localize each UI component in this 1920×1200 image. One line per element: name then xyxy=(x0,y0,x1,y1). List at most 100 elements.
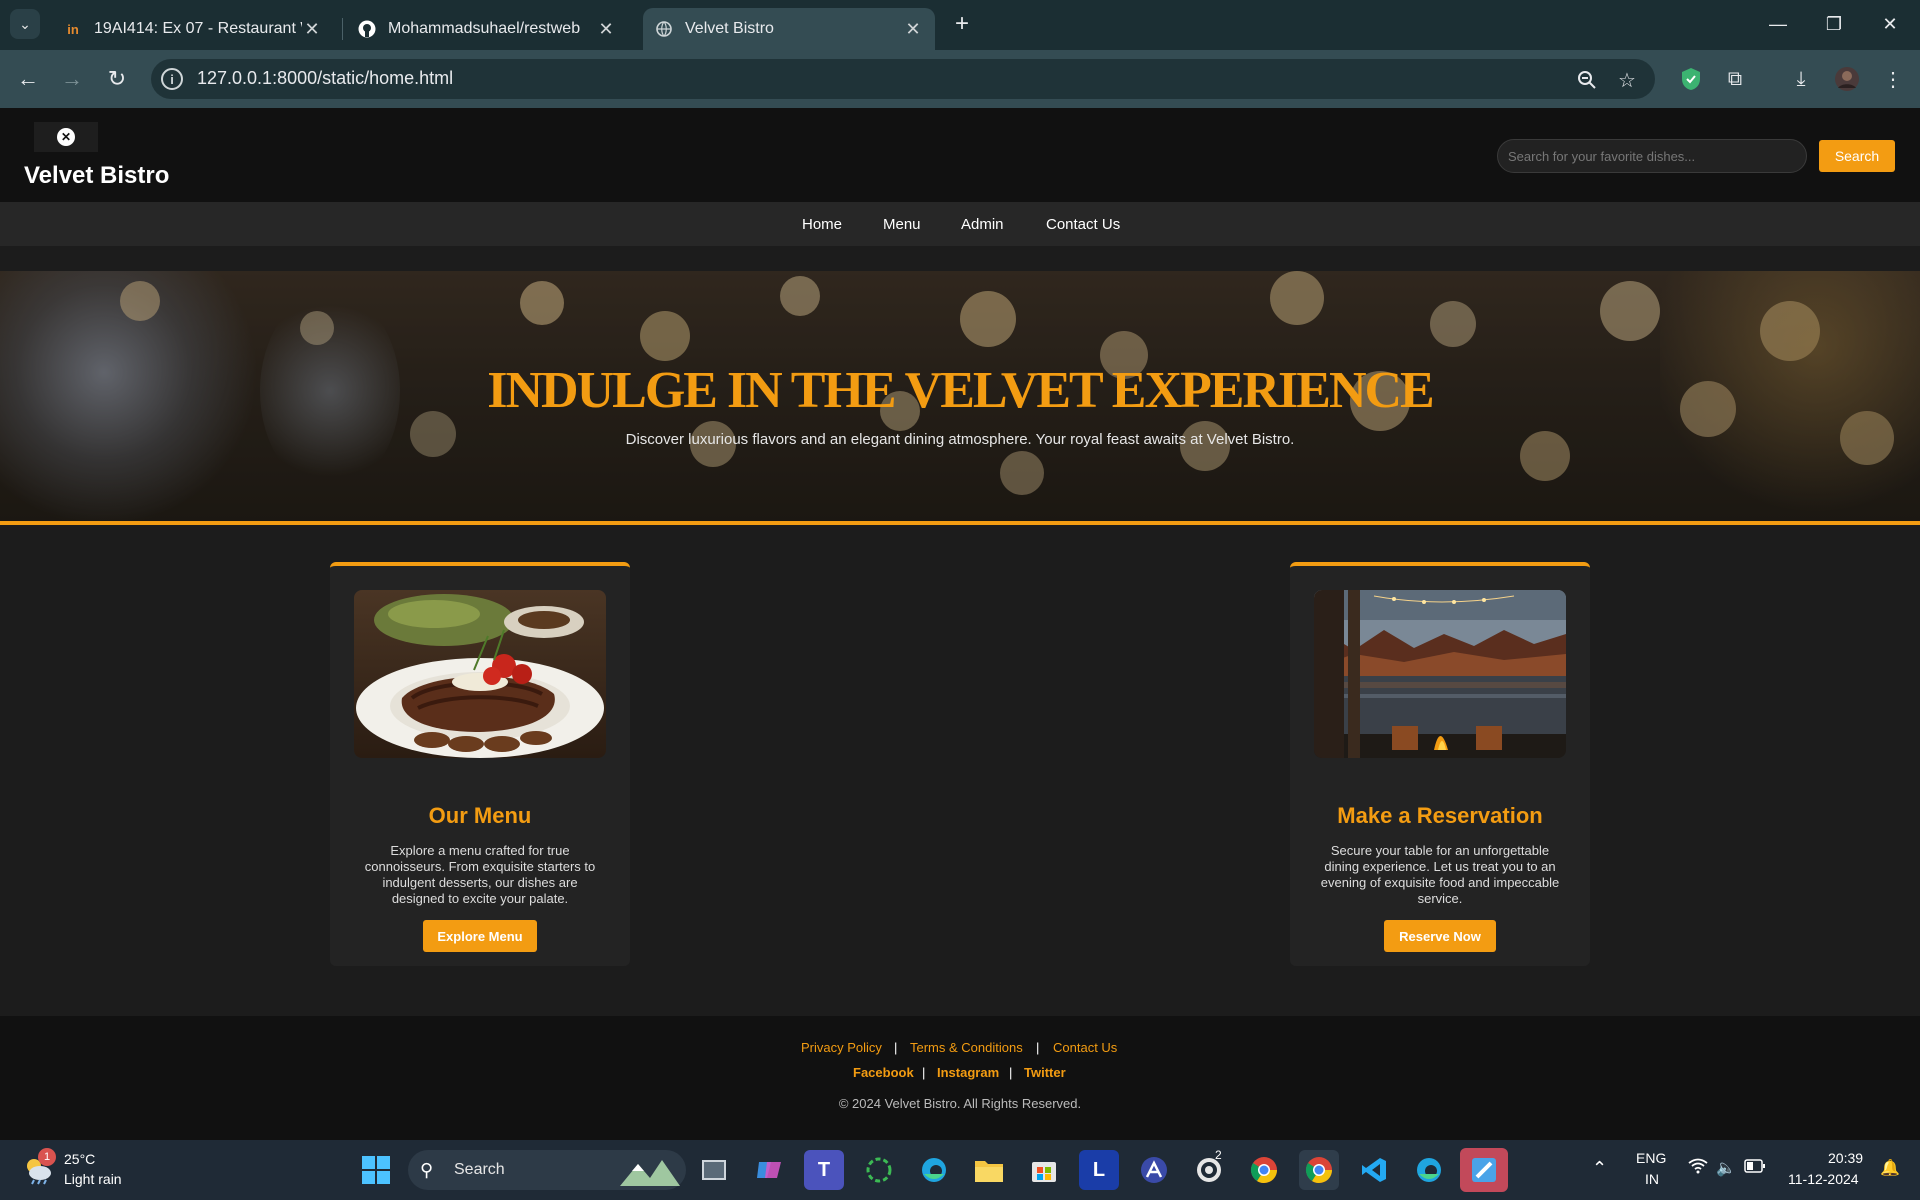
shield-extension-icon[interactable] xyxy=(1674,62,1708,96)
tab-github-repo[interactable]: Mohammadsuhael/restweb ✕ xyxy=(346,8,628,50)
explore-menu-button[interactable]: Explore Menu xyxy=(423,920,537,952)
profile-avatar[interactable] xyxy=(1830,62,1864,96)
arc-app-icon[interactable] xyxy=(1134,1150,1174,1190)
search-button[interactable]: Search xyxy=(1819,140,1895,172)
web-page: ✕ Velvet Bistro Search Home Menu Admin C… xyxy=(0,108,1920,1140)
tab-restaurant-exercise[interactable]: in 19AI414: Ex 07 - Restaurant We ✕ xyxy=(52,8,334,50)
hero-subtitle: Discover luxurious flavors and an elegan… xyxy=(625,431,1295,448)
wifi-icon[interactable] xyxy=(1688,1158,1708,1179)
footer-link-privacy[interactable]: Privacy Policy xyxy=(801,1040,882,1055)
input-region[interactable]: IN xyxy=(1645,1171,1659,1187)
chrome-icon[interactable] xyxy=(1244,1150,1284,1190)
copilot-icon[interactable] xyxy=(749,1150,789,1190)
mountain-icon xyxy=(620,1160,680,1186)
steak-dish-image xyxy=(354,590,606,758)
copyright-text: © 2024 Velvet Bistro. All Rights Reserve… xyxy=(838,1096,1082,1111)
extensions-puzzle-icon[interactable]: ⧉ xyxy=(1718,62,1752,96)
close-icon[interactable]: ✕ xyxy=(903,19,923,40)
tab-divider xyxy=(342,18,343,40)
footer-separator: | xyxy=(922,1065,926,1080)
nav-link-home[interactable]: Home xyxy=(802,216,842,233)
task-view-icon[interactable] xyxy=(694,1150,734,1190)
tab-search-icon[interactable]: ⌄ xyxy=(10,9,40,39)
new-tab-button[interactable]: + xyxy=(948,10,976,38)
teams-icon[interactable]: T xyxy=(804,1150,844,1190)
vscode-icon[interactable] xyxy=(1354,1150,1394,1190)
whatsapp-badge: 2 xyxy=(1215,1148,1222,1162)
footer-link-twitter[interactable]: Twitter xyxy=(1024,1065,1066,1080)
hero-banner: INDULGE IN THE VELVET EXPERIENCE Discove… xyxy=(0,271,1920,525)
reservation-card: Make a Reservation Secure your table for… xyxy=(1290,562,1590,966)
footer-separator: | xyxy=(1036,1040,1040,1055)
back-button[interactable]: ← xyxy=(12,63,44,95)
reservation-card-title: Make a Reservation xyxy=(1337,803,1543,828)
restore-button[interactable]: ❐ xyxy=(1810,6,1858,42)
browser-menu-icon[interactable]: ⋮ xyxy=(1876,62,1910,96)
brand-name: Velvet Bistro xyxy=(24,162,170,189)
zoom-icon[interactable] xyxy=(1574,67,1600,93)
weather-description: Light rain xyxy=(64,1171,122,1187)
dish-search-input[interactable] xyxy=(1497,139,1807,173)
nav-link-contact[interactable]: Contact Us xyxy=(1046,216,1120,233)
paint-app-icon[interactable] xyxy=(1460,1148,1508,1192)
microsoft-store-icon[interactable] xyxy=(1024,1150,1064,1190)
hero-title: INDULGE IN THE VELVET EXPERIENCE xyxy=(487,362,1435,419)
tab-title: Mohammadsuhael/restweb xyxy=(388,20,581,37)
loading-app-icon[interactable] xyxy=(859,1150,899,1190)
clock-date[interactable]: 11-12-2024 xyxy=(1788,1171,1859,1187)
nav-link-menu[interactable]: Menu xyxy=(883,216,921,233)
reload-button[interactable]: ↻ xyxy=(101,63,133,95)
footer-link-facebook[interactable]: Facebook xyxy=(853,1065,914,1080)
browser-tab-strip: ⌄ in 19AI414: Ex 07 - Restaurant We ✕ Mo… xyxy=(0,0,1920,50)
chrome-profile-icon[interactable] xyxy=(1299,1150,1339,1190)
input-language[interactable]: ENG xyxy=(1636,1150,1666,1166)
globe-icon xyxy=(655,20,673,38)
minimize-button[interactable]: — xyxy=(1754,6,1802,42)
footer-link-instagram[interactable]: Instagram xyxy=(937,1065,999,1080)
windows-taskbar: 1 25°C Light rain ⚲ Search T L 2 ⌃ ENG I… xyxy=(0,1140,1920,1200)
footer-link-terms[interactable]: Terms & Conditions xyxy=(910,1040,1023,1055)
tray-chevron-up-icon[interactable]: ⌃ xyxy=(1592,1158,1607,1179)
address-bar[interactable]: i 127.0.0.1:8000/static/home.html ☆ xyxy=(151,59,1655,99)
site-logo[interactable]: ✕ xyxy=(34,122,98,152)
url-text: 127.0.0.1:8000/static/home.html xyxy=(197,68,454,88)
menu-card: Our Menu Explore a menu crafted for true… xyxy=(330,562,630,966)
tab-velvet-bistro[interactable]: Velvet Bistro ✕ xyxy=(643,8,935,50)
windows-start-icon[interactable] xyxy=(356,1150,396,1190)
logo-mark-icon: ✕ xyxy=(57,128,75,146)
reserve-now-button[interactable]: Reserve Now xyxy=(1384,920,1496,952)
clock-time[interactable]: 20:39 xyxy=(1828,1150,1863,1166)
bookmark-star-icon[interactable]: ☆ xyxy=(1614,67,1640,93)
close-icon[interactable]: ✕ xyxy=(302,19,322,40)
footer-separator: | xyxy=(894,1040,898,1055)
weather-temperature: 25°C xyxy=(64,1151,96,1167)
close-icon[interactable]: ✕ xyxy=(596,19,616,40)
site-info-icon[interactable]: i xyxy=(161,68,183,90)
notification-bell-icon[interactable]: 🔔 xyxy=(1880,1158,1900,1178)
site-header: ✕ Velvet Bistro Search xyxy=(0,108,1920,202)
search-icon: ⚲ xyxy=(420,1160,434,1180)
menu-card-text: Explore a menu crafted for true connoiss… xyxy=(364,843,596,906)
site-navigation: Home Menu Admin Contact Us xyxy=(0,202,1920,246)
battery-icon[interactable] xyxy=(1744,1159,1766,1176)
edge-icon[interactable] xyxy=(914,1150,954,1190)
download-icon[interactable]: ⤓ xyxy=(1784,62,1818,96)
close-window-button[interactable]: ✕ xyxy=(1866,6,1914,42)
in-icon: in xyxy=(67,21,79,37)
nav-link-admin[interactable]: Admin xyxy=(961,216,1004,233)
taskbar-search-box[interactable]: ⚲ Search xyxy=(408,1150,686,1190)
menu-card-title: Our Menu xyxy=(428,803,532,828)
footer-link-contact[interactable]: Contact Us xyxy=(1053,1040,1117,1055)
forward-button[interactable]: → xyxy=(56,63,88,95)
speaker-muted-icon[interactable]: 🔈 xyxy=(1716,1158,1736,1178)
whatsapp-icon[interactable]: 2 xyxy=(1189,1148,1229,1190)
lakeside-fire-image xyxy=(1314,590,1566,758)
browser-toolbar: ← → ↻ i 127.0.0.1:8000/static/home.html … xyxy=(0,50,1920,108)
l-app-icon[interactable]: L xyxy=(1079,1150,1119,1190)
file-explorer-icon[interactable] xyxy=(969,1150,1009,1190)
weather-alert-badge: 1 xyxy=(38,1148,56,1166)
taskbar-search-label: Search xyxy=(454,1161,505,1178)
site-footer: Privacy Policy | Terms & Conditions | Co… xyxy=(0,1016,1920,1140)
edge-dev-icon[interactable] xyxy=(1409,1150,1449,1190)
github-icon xyxy=(358,20,376,38)
